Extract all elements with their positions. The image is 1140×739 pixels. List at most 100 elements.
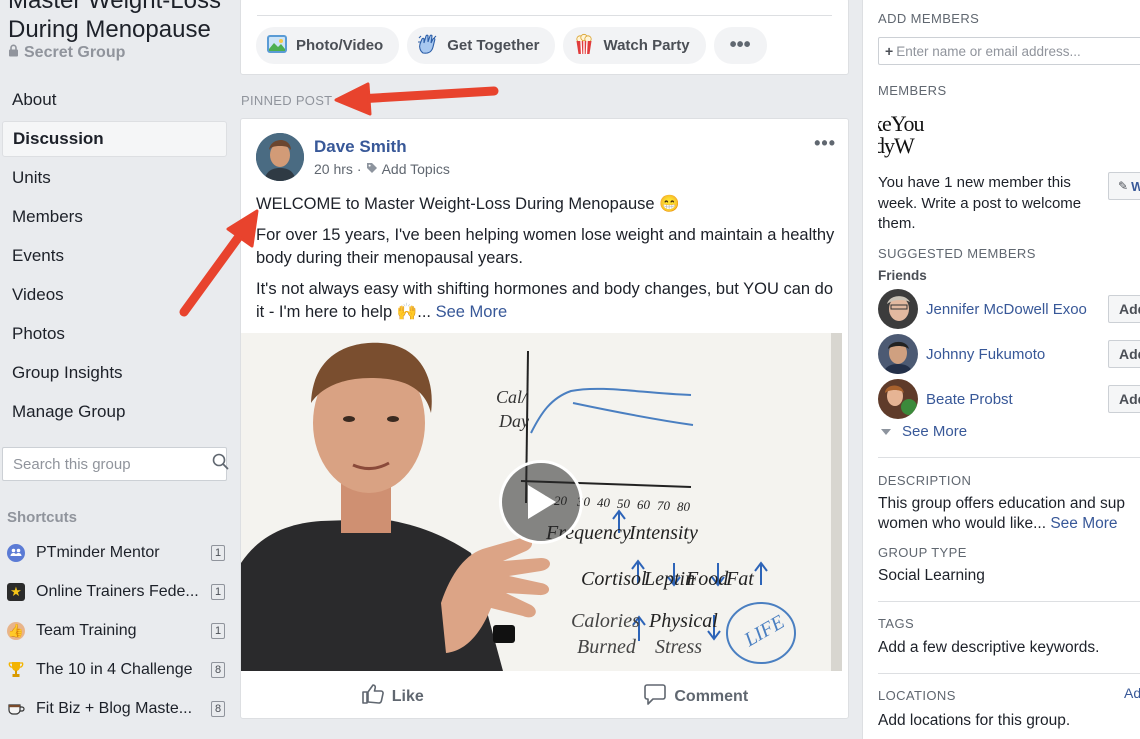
pinned-post: Dave Smith 20 hrs · Add Topics ••• WELCO… bbox=[240, 118, 849, 719]
avatar[interactable] bbox=[878, 379, 918, 419]
add-topics-link[interactable]: Add Topics bbox=[382, 161, 450, 177]
shortcut-item[interactable]: Fit Biz + Blog Maste... 8 bbox=[7, 689, 225, 728]
lock-icon bbox=[8, 44, 19, 62]
composer-more-button[interactable]: ••• bbox=[713, 27, 767, 64]
shortcut-label: PTminder Mentor bbox=[36, 543, 160, 561]
suggested-see-more[interactable]: See More bbox=[881, 423, 967, 440]
wave-hand-icon bbox=[417, 33, 439, 59]
watch-party-button[interactable]: Watch Party bbox=[563, 27, 706, 64]
play-button[interactable] bbox=[499, 460, 583, 544]
shortcuts-list: PTminder Mentor 1 ★ Online Trainers Fede… bbox=[7, 533, 225, 728]
wb-tick: 70 bbox=[657, 498, 671, 513]
photo-video-button[interactable]: Photo/Video bbox=[256, 27, 400, 64]
wb-tick: 40 bbox=[597, 495, 611, 510]
search-icon[interactable] bbox=[212, 453, 229, 475]
add-location-link[interactable]: Ad bbox=[1124, 685, 1140, 701]
avatar[interactable] bbox=[878, 289, 918, 329]
right-sidebar: ADD MEMBERS + MEMBERS keYou dyW You have… bbox=[862, 0, 1140, 739]
nav-item-events[interactable]: Events bbox=[2, 238, 227, 274]
post-actions: Like Comment bbox=[241, 674, 849, 718]
suggested-member: Beate Probst Add bbox=[878, 379, 1140, 419]
wb-intensity: Intensity bbox=[628, 522, 698, 544]
shortcut-item[interactable]: 👍 Team Training 1 bbox=[7, 611, 225, 650]
post-author-name[interactable]: Dave Smith bbox=[314, 137, 407, 157]
privacy-indicator: Secret Group bbox=[8, 44, 125, 62]
shortcut-item[interactable]: ★ Online Trainers Fede... 1 bbox=[7, 572, 225, 611]
locations-text: Add locations for this group. bbox=[878, 712, 1071, 729]
nav-item-manage-group[interactable]: Manage Group bbox=[2, 394, 227, 430]
chevron-down-icon bbox=[881, 423, 891, 440]
nav-item-members[interactable]: Members bbox=[2, 199, 227, 235]
pencil-icon: ✎ bbox=[1118, 179, 1129, 193]
member-thumb-line-2: dyW bbox=[878, 133, 915, 158]
post-text: WELCOME to Master Weight-Loss During Men… bbox=[256, 193, 836, 332]
suggested-members-heading: SUGGESTED MEMBERS bbox=[878, 246, 1036, 261]
search-input[interactable] bbox=[13, 455, 212, 473]
wb-food: Food bbox=[685, 568, 729, 590]
comment-button[interactable]: Comment bbox=[545, 674, 849, 718]
wb-tick: 60 bbox=[637, 497, 651, 512]
nav-item-group-insights[interactable]: Group Insights bbox=[2, 355, 227, 391]
coffee-icon bbox=[7, 700, 25, 718]
photo-video-label: Photo/Video bbox=[296, 37, 384, 54]
add-members-heading: ADD MEMBERS bbox=[878, 11, 980, 26]
wb-fat: Fat bbox=[725, 568, 754, 590]
shortcut-label: Online Trainers Fede... bbox=[36, 582, 199, 600]
play-icon bbox=[528, 485, 556, 519]
thumbs-up-icon: 👍 bbox=[7, 621, 25, 640]
member-thumb-line-1: keYou bbox=[878, 111, 924, 136]
like-button[interactable]: Like bbox=[241, 674, 545, 718]
shortcuts-heading: Shortcuts bbox=[7, 509, 78, 526]
post-line-welcome: WELCOME to Master Weight-Loss During Men… bbox=[256, 195, 680, 213]
shortcut-count: 1 bbox=[211, 583, 225, 600]
tags-text[interactable]: Add a few descriptive keywords. bbox=[878, 639, 1099, 657]
nav-item-videos[interactable]: Videos bbox=[2, 277, 227, 313]
section-divider bbox=[878, 601, 1140, 602]
avatar[interactable] bbox=[878, 334, 918, 374]
composer-actions: Photo/Video Get Together Watch Party ••• bbox=[256, 27, 767, 64]
group-icon bbox=[7, 543, 25, 562]
get-together-button[interactable]: Get Together bbox=[407, 27, 556, 64]
group-title[interactable]: Master Weight-Loss During Menopause bbox=[8, 0, 232, 44]
watch-party-label: Watch Party bbox=[603, 37, 690, 54]
post-time[interactable]: 20 hrs bbox=[314, 161, 353, 177]
post-video[interactable]: Cal/ Day 10 20 30 40 50 60 70 80 Frequen… bbox=[241, 333, 842, 671]
description-text: This group offers education and sup wome… bbox=[878, 494, 1140, 534]
comment-icon bbox=[644, 683, 667, 710]
member-thumbnail[interactable]: keYou dyW bbox=[878, 105, 932, 159]
section-divider bbox=[878, 457, 1140, 458]
write-post-button[interactable]: ✎ W bbox=[1108, 172, 1140, 200]
wb-calories: Calories bbox=[571, 610, 640, 632]
friends-subheading: Friends bbox=[878, 268, 927, 283]
meta-separator: · bbox=[356, 161, 362, 177]
description-line-1: This group offers education and sup bbox=[878, 495, 1126, 512]
post-options-button[interactable]: ••• bbox=[814, 133, 836, 154]
author-avatar[interactable] bbox=[256, 133, 304, 181]
shortcut-count: 1 bbox=[211, 544, 225, 561]
add-member-button[interactable]: Add bbox=[1108, 385, 1140, 413]
add-members-input[interactable] bbox=[896, 43, 1140, 59]
tags-heading: TAGS bbox=[878, 616, 915, 631]
post-meta: 20 hrs · Add Topics bbox=[314, 161, 450, 177]
add-member-button[interactable]: Add bbox=[1108, 340, 1140, 368]
shortcut-item[interactable]: PTminder Mentor 1 bbox=[7, 533, 225, 572]
comment-label: Comment bbox=[674, 687, 749, 705]
suggested-member-name[interactable]: Beate Probst bbox=[926, 391, 1108, 408]
nav-item-units[interactable]: Units bbox=[2, 160, 227, 196]
nav-item-about[interactable]: About bbox=[2, 82, 227, 118]
nav-item-discussion[interactable]: Discussion bbox=[2, 121, 227, 157]
members-heading[interactable]: MEMBERS bbox=[878, 83, 947, 98]
description-see-more[interactable]: See More bbox=[1050, 515, 1117, 532]
nav-item-photos[interactable]: Photos bbox=[2, 316, 227, 352]
popcorn-icon bbox=[573, 33, 595, 59]
section-divider bbox=[878, 673, 1140, 674]
shortcut-item[interactable]: The 10 in 4 Challenge 8 bbox=[7, 650, 225, 689]
see-more-link[interactable]: See More bbox=[436, 303, 508, 321]
wb-tick: 80 bbox=[677, 499, 691, 514]
suggested-member-name[interactable]: Jennifer McDowell Exoo bbox=[926, 301, 1108, 318]
suggested-member-name[interactable]: Johnny Fukumoto bbox=[926, 346, 1108, 363]
post-line-help-text: It's not always easy with shifting hormo… bbox=[256, 280, 834, 321]
get-together-label: Get Together bbox=[447, 37, 540, 54]
add-member-button[interactable]: Add bbox=[1108, 295, 1140, 323]
post-composer: Photo/Video Get Together Watch Party ••• bbox=[240, 0, 849, 75]
